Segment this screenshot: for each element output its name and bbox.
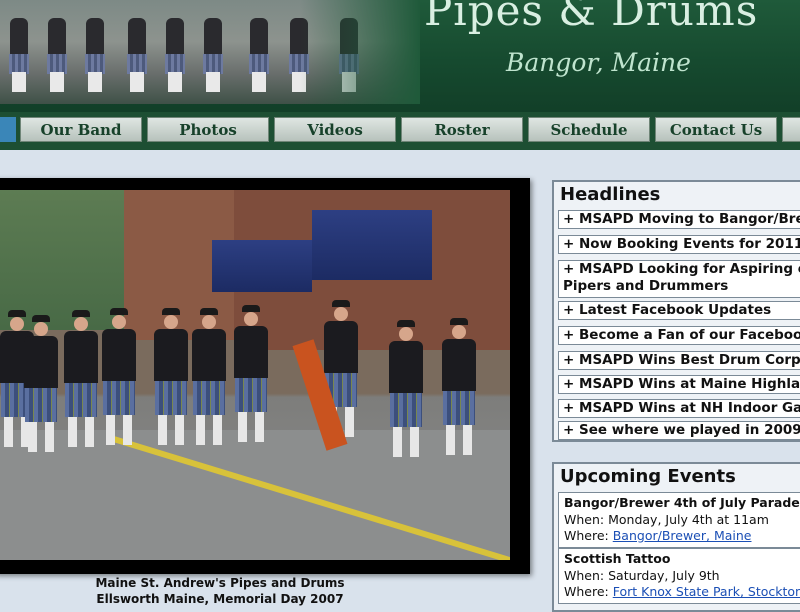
headlines-title: Headlines — [560, 184, 661, 205]
main-navigation: Our Band Photos Videos Roster Schedule C… — [0, 112, 800, 150]
headline-item[interactable]: + Now Booking Events for 2011 — [558, 235, 800, 254]
event-when: When: Saturday, July 9th — [564, 568, 800, 585]
header-banner-photo — [0, 0, 420, 104]
event-item: Bangor/Brewer 4th of July Parade When: M… — [558, 492, 800, 548]
photo-piper — [389, 320, 423, 457]
nav-item-contact-us[interactable]: Contact Us — [655, 117, 777, 142]
headline-item-line: + MSAPD Looking for Aspiring or A — [563, 261, 800, 277]
headline-item[interactable]: + See where we played in 2009 — [558, 421, 800, 440]
photo-piper — [64, 310, 98, 447]
event-when-label: When: — [564, 567, 605, 583]
photo-piper — [24, 315, 58, 452]
headline-item-line: Pipers and Drummers — [563, 278, 729, 294]
nav-item-overflow[interactable] — [782, 117, 800, 142]
event-item: Scottish Tattoo When: Saturday, July 9th… — [558, 548, 800, 604]
event-when-label: When: — [564, 511, 605, 527]
headline-item[interactable]: + Become a Fan of our Facebook — [558, 326, 800, 345]
featured-parade-photo[interactable] — [0, 190, 510, 560]
event-where: Where: Bangor/Brewer, Maine — [564, 528, 800, 545]
headline-item[interactable]: + MSAPD Looking for Aspiring or A Pipers… — [558, 260, 800, 298]
photo-caption-line1: Maine St. Andrew's Pipes and Drums — [95, 576, 345, 590]
events-title: Upcoming Events — [560, 466, 736, 487]
site-header: Pipes & Drums Bangor, Maine — [0, 0, 800, 112]
event-name: Scottish Tattoo — [564, 551, 671, 566]
nav-item-videos[interactable]: Videos — [274, 117, 396, 142]
upcoming-events-panel: Upcoming Events Bangor/Brewer 4th of Jul… — [552, 462, 800, 612]
photo-awning — [212, 240, 312, 292]
event-location-link[interactable]: Fort Knox State Park, Stockton — [613, 584, 800, 599]
headlines-panel: Headlines + MSAPD Moving to Bangor/Brewe… — [552, 180, 800, 442]
event-name: Bangor/Brewer 4th of July Parade — [564, 495, 800, 510]
site-subtitle: Bangor, Maine — [506, 48, 691, 77]
photo-street — [0, 430, 510, 560]
headline-item[interactable]: + MSAPD Moving to Bangor/Brewer — [558, 210, 800, 229]
event-when-value: Monday, July 4th at 11am — [608, 511, 769, 527]
event-when-value: Saturday, July 9th — [608, 567, 720, 583]
event-location-link[interactable]: Bangor/Brewer, Maine — [613, 528, 752, 543]
photo-caption: Maine St. Andrew's Pipes and Drums Ellsw… — [0, 575, 440, 607]
nav-left-edge — [0, 117, 16, 142]
photo-piper — [102, 308, 136, 445]
photo-awning — [312, 210, 432, 280]
event-where: Where: Fort Knox State Park, Stockton — [564, 584, 800, 601]
headline-item[interactable]: + Latest Facebook Updates — [558, 301, 800, 320]
nav-item-schedule[interactable]: Schedule — [528, 117, 650, 142]
headline-item[interactable]: + MSAPD Wins at NH Indoor Games — [558, 399, 800, 418]
photo-piper — [234, 305, 268, 442]
event-where-label: Where: — [564, 528, 609, 543]
featured-photo-frame — [0, 178, 530, 574]
event-where-label: Where: — [564, 584, 609, 599]
photo-piper — [192, 308, 226, 445]
site-title: Pipes & Drums — [424, 0, 759, 35]
photo-piper — [154, 308, 188, 445]
headline-item[interactable]: + MSAPD Wins at Maine Highland — [558, 375, 800, 394]
nav-item-roster[interactable]: Roster — [401, 117, 523, 142]
photo-piper — [442, 318, 476, 455]
event-when: When: Monday, July 4th at 11am — [564, 512, 800, 529]
nav-item-our-band[interactable]: Our Band — [20, 117, 142, 142]
photo-caption-line2: Ellsworth Maine, Memorial Day 2007 — [96, 592, 344, 606]
headline-item[interactable]: + MSAPD Wins Best Drum Corps! — [558, 351, 800, 370]
nav-item-photos[interactable]: Photos — [147, 117, 269, 142]
